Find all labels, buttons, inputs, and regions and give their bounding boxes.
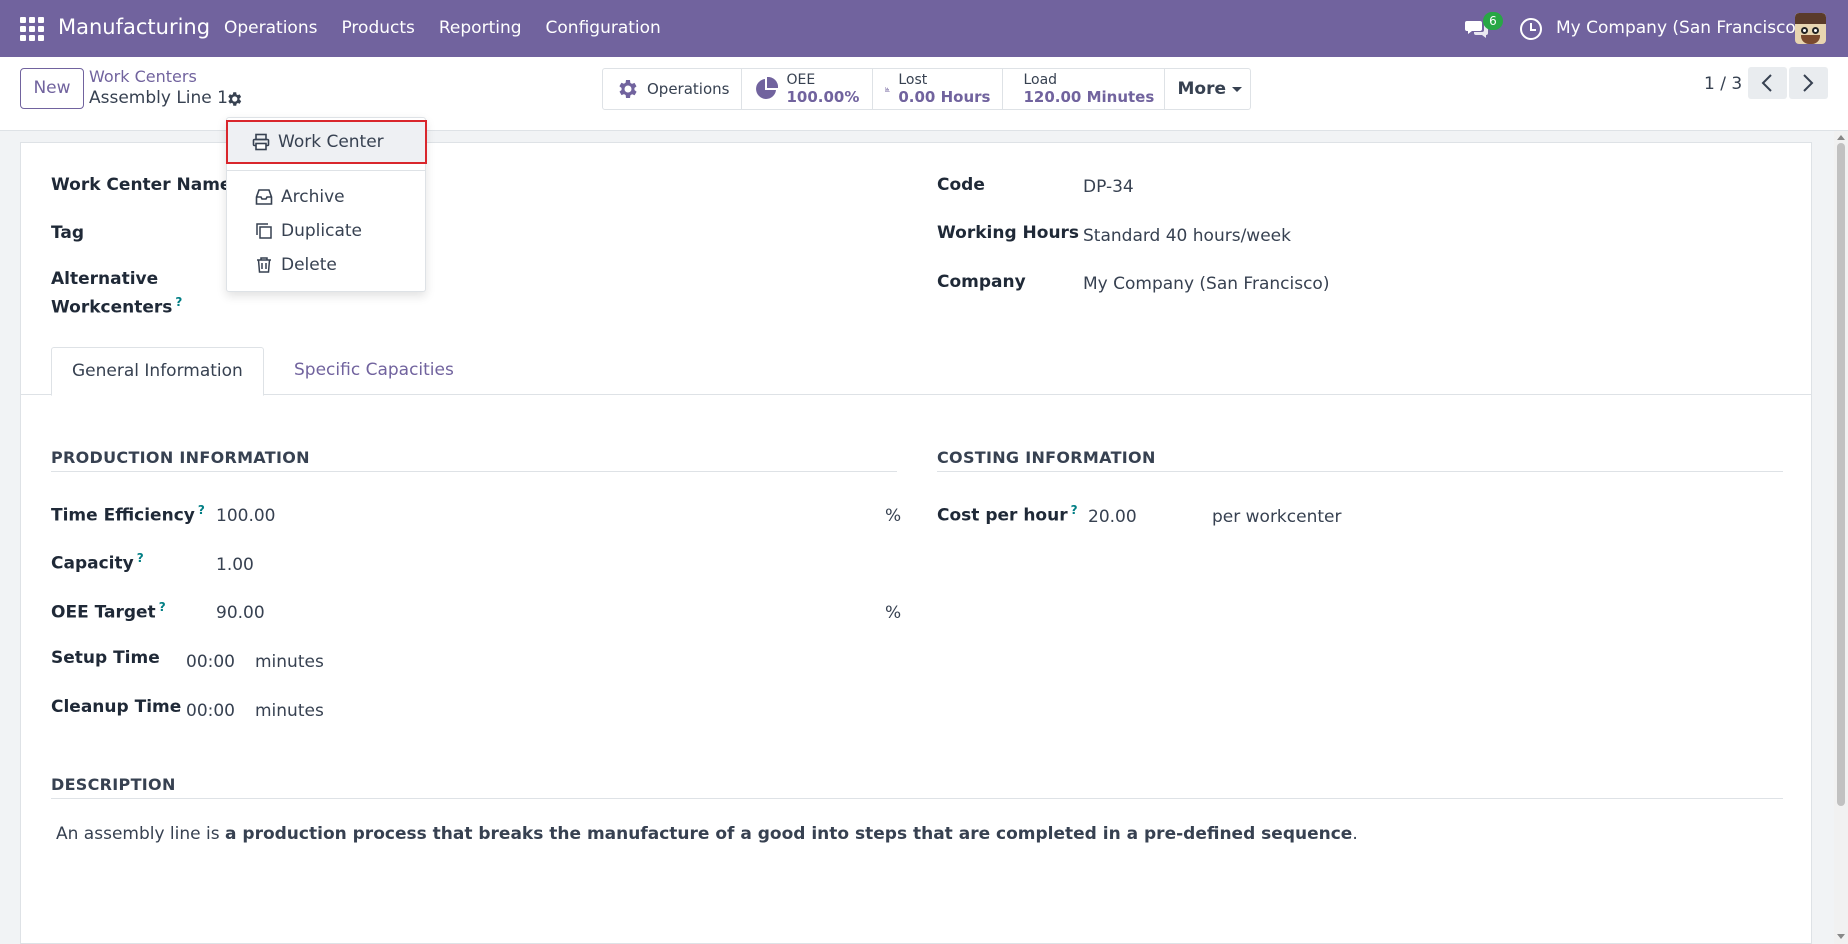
code-label: Code — [937, 175, 985, 195]
oee-target-field[interactable]: 90.00 — [216, 603, 265, 623]
help-tooltip-icon[interactable]: ? — [175, 295, 182, 309]
top-navbar: Manufacturing Operations Products Report… — [0, 0, 1848, 57]
oee-target-label: OEE Target? — [51, 600, 166, 623]
gear-icon[interactable] — [225, 90, 243, 108]
time-efficiency-field[interactable]: 100.00 — [216, 506, 275, 526]
delete-label: Delete — [281, 255, 337, 275]
caret-down-icon — [1231, 86, 1242, 92]
page-scrollbar[interactable] — [1834, 131, 1848, 944]
new-button[interactable]: New — [20, 68, 84, 109]
help-tooltip-icon[interactable]: ? — [1071, 503, 1078, 517]
print-work-center-item[interactable]: Work Center — [226, 120, 427, 164]
lost-label: Lost — [898, 72, 928, 88]
company-label: Company — [937, 272, 1026, 292]
tag-label: Tag — [51, 223, 85, 243]
section-divider — [51, 798, 1783, 799]
gear-icon — [619, 80, 637, 98]
user-avatar[interactable] — [1795, 13, 1826, 44]
work-center-name-label: Work Center Name — [51, 175, 232, 195]
menu-operations[interactable]: Operations — [224, 18, 317, 38]
dropdown-divider — [227, 170, 425, 171]
duplicate-item[interactable]: Duplicate — [227, 214, 425, 248]
percent-unit: % — [885, 506, 902, 526]
delete-item[interactable]: Delete — [227, 248, 425, 282]
bar-chart-icon — [885, 86, 891, 92]
section-divider — [937, 471, 1783, 472]
help-tooltip-icon[interactable]: ? — [137, 551, 144, 565]
code-field[interactable]: DP-34 — [1083, 177, 1134, 197]
apps-grid-icon[interactable] — [20, 17, 44, 41]
time-efficiency-label: Time Efficiency? — [51, 503, 205, 526]
scroll-thumb[interactable] — [1837, 143, 1845, 806]
minutes-unit: minutes — [255, 701, 324, 721]
archive-label: Archive — [281, 187, 345, 207]
menu-products[interactable]: Products — [341, 18, 414, 38]
description-field[interactable]: An assembly line is a production process… — [56, 824, 1358, 844]
menu-reporting[interactable]: Reporting — [439, 18, 522, 38]
working-hours-label: Working Hours — [937, 223, 1080, 243]
archive-item[interactable]: Archive — [227, 180, 425, 214]
duplicate-label: Duplicate — [281, 221, 362, 241]
lost-smart-button[interactable]: Lost 0.00 Hours — [873, 69, 1004, 109]
scroll-down-arrow-icon[interactable] — [1837, 934, 1845, 939]
cost-per-hour-field[interactable]: 20.00 — [1088, 507, 1137, 527]
alternative-workcenters-label: Workcenters? — [51, 295, 183, 318]
capacity-label: Capacity? — [51, 551, 144, 574]
lost-value: 0.00 Hours — [898, 88, 991, 106]
percent-unit: % — [885, 603, 902, 623]
production-information-title: PRODUCTION INFORMATION — [51, 448, 310, 467]
working-hours-field[interactable]: Standard 40 hours/week — [1083, 226, 1291, 246]
smart-button-bar: Operations OEE 100.00% Lost 0.00 Hours L… — [602, 68, 1252, 110]
form-tabs: General Information Specific Capacities — [21, 347, 1811, 396]
oee-smart-button[interactable]: OEE 100.00% — [742, 69, 874, 109]
capacity-field[interactable]: 1.00 — [216, 555, 254, 575]
tab-general-information[interactable]: General Information — [51, 347, 264, 396]
minutes-unit: minutes — [255, 652, 324, 672]
archive-icon — [255, 189, 273, 205]
pager-next-button[interactable] — [1789, 67, 1828, 99]
cleanup-time-field[interactable]: 00:00 — [186, 701, 235, 721]
more-button[interactable]: More — [1165, 69, 1250, 109]
operations-label: Operations — [647, 80, 730, 98]
work-center-label: Work Center — [278, 132, 384, 152]
chat-count-badge: 6 — [1483, 12, 1503, 30]
more-label: More — [1177, 79, 1226, 99]
help-tooltip-icon[interactable]: ? — [198, 503, 205, 517]
help-tooltip-icon[interactable]: ? — [159, 600, 166, 614]
costing-information-title: COSTING INFORMATION — [937, 448, 1156, 467]
activity-clock-icon[interactable] — [1520, 18, 1542, 40]
load-label: Load — [1023, 72, 1058, 88]
section-divider — [51, 471, 897, 472]
breadcrumb-current-record: Assembly Line 1 — [89, 88, 228, 108]
setup-time-field[interactable]: 00:00 — [186, 652, 235, 672]
company-switcher[interactable]: My Company (San Francisco) — [1556, 18, 1802, 38]
chevron-left-icon — [1761, 74, 1772, 92]
pager-previous-button[interactable] — [1748, 67, 1787, 99]
company-field[interactable]: My Company (San Francisco) — [1083, 274, 1329, 294]
oee-label: OEE — [786, 72, 816, 88]
cost-per-hour-label: Cost per hour? — [937, 503, 1078, 526]
chevron-right-icon — [1803, 74, 1814, 92]
operations-smart-button[interactable]: Operations — [603, 69, 743, 109]
load-value: 120.00 Minutes — [1023, 88, 1155, 106]
app-name[interactable]: Manufacturing — [58, 15, 210, 39]
pager-counter[interactable]: 1 / 3 — [1704, 74, 1742, 94]
cleanup-time-label: Cleanup Time — [51, 697, 182, 717]
trash-icon — [257, 257, 271, 273]
duplicate-icon — [256, 223, 272, 239]
menu-configuration[interactable]: Configuration — [546, 18, 661, 38]
tab-specific-capacities[interactable]: Specific Capacities — [274, 347, 474, 396]
printer-icon — [252, 133, 270, 151]
per-workcenter-unit: per workcenter — [1212, 507, 1342, 527]
oee-value: 100.00% — [786, 88, 860, 106]
description-title: DESCRIPTION — [51, 775, 176, 794]
breadcrumb-work-centers[interactable]: Work Centers — [89, 67, 197, 86]
load-smart-button[interactable]: Load 120.00 Minutes — [1003, 69, 1166, 109]
pie-chart-icon — [756, 77, 779, 99]
alternative-workcenters-label-line1: Alternative — [51, 269, 159, 289]
actions-dropdown-menu: Work Center Archive Duplicate Delete — [226, 117, 427, 292]
main-menu: Operations Products Reporting Configurat… — [224, 18, 685, 38]
scroll-up-arrow-icon[interactable] — [1837, 135, 1845, 140]
setup-time-label: Setup Time — [51, 648, 160, 668]
